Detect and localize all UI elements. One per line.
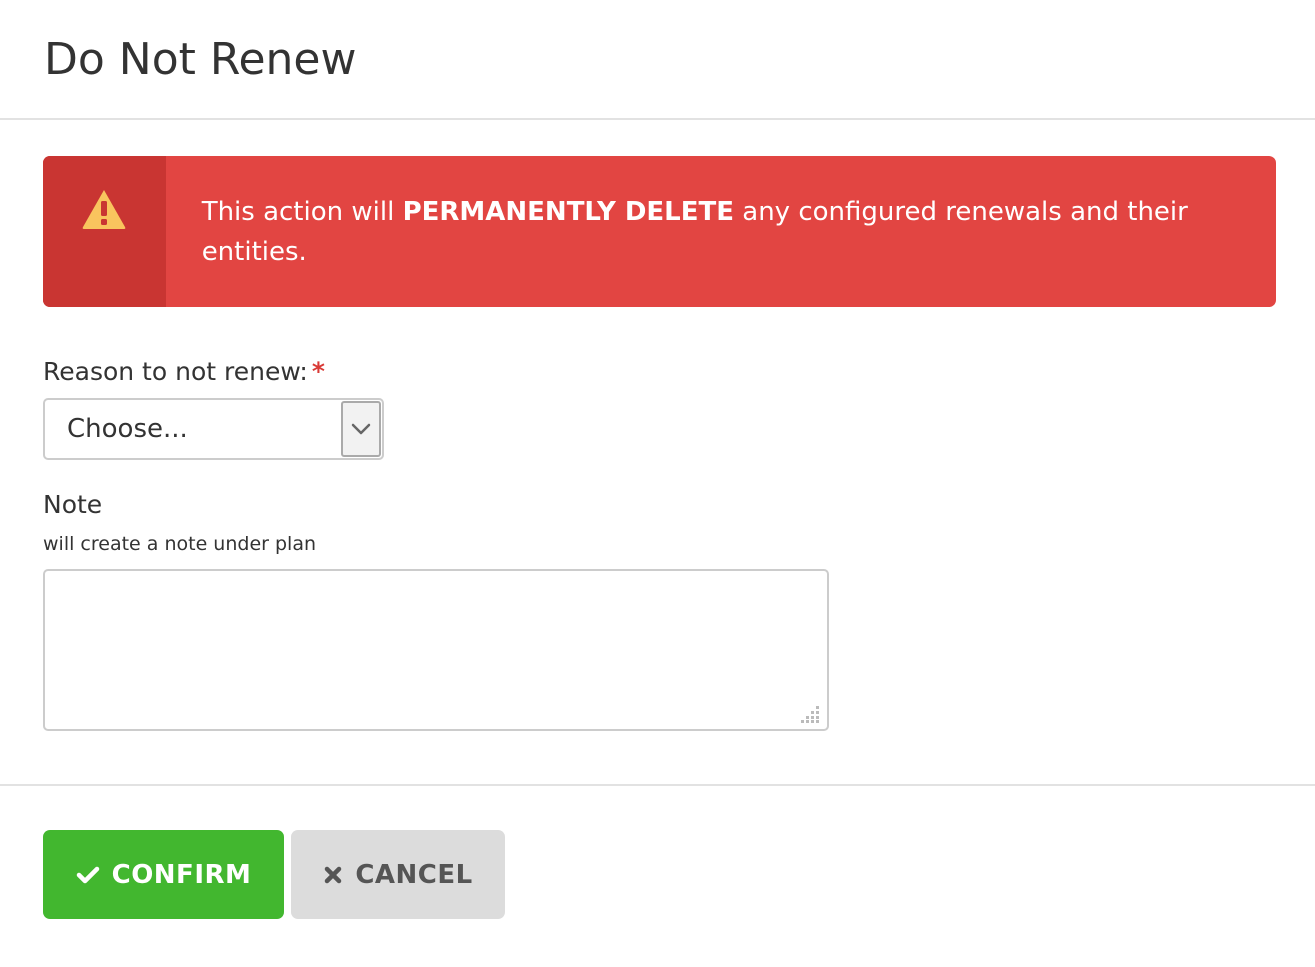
- select-dropdown-button[interactable]: [341, 401, 381, 457]
- alert-icon-column: [43, 156, 166, 307]
- confirm-button[interactable]: CONFIRM: [43, 830, 284, 919]
- alert-text-bold: PERMANENTLY DELETE: [402, 197, 734, 227]
- reason-select[interactable]: Choose...: [43, 398, 384, 460]
- close-icon: [323, 865, 343, 885]
- resize-grip-icon[interactable]: [799, 705, 821, 723]
- confirm-button-label: CONFIRM: [111, 859, 252, 890]
- dialog-header: Do Not Renew: [0, 0, 1315, 120]
- dialog-title: Do Not Renew: [44, 33, 357, 85]
- warning-triangle-icon: [81, 188, 127, 234]
- note-textarea[interactable]: [43, 569, 829, 731]
- note-help-text: will create a note under plan: [43, 533, 317, 555]
- note-label: Note: [43, 490, 103, 519]
- check-icon: [76, 865, 100, 885]
- reason-label-text: Reason to not renew:: [43, 357, 308, 386]
- cancel-button-label: CANCEL: [355, 859, 473, 890]
- required-marker: *: [311, 357, 325, 386]
- chevron-down-icon: [351, 420, 371, 439]
- alert-message: This action will PERMANENTLY DELETE any …: [166, 156, 1276, 307]
- reason-select-value: Choose...: [67, 414, 188, 444]
- do-not-renew-dialog: Do Not Renew This action will PERMANENTL…: [0, 0, 1315, 967]
- dialog-footer: CONFIRM CANCEL: [0, 784, 1315, 919]
- alert-text-before: This action will: [201, 197, 403, 227]
- dialog-body: This action will PERMANENTLY DELETE any …: [0, 120, 1315, 731]
- cancel-button[interactable]: CANCEL: [291, 830, 505, 919]
- reason-label: Reason to not renew: *: [43, 357, 1276, 386]
- warning-alert: This action will PERMANENTLY DELETE any …: [43, 156, 1276, 307]
